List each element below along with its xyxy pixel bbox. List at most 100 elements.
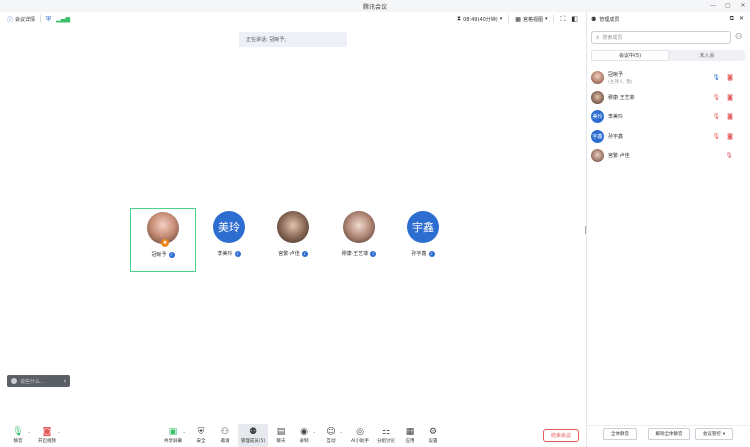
invite-label: 邀请	[220, 439, 230, 444]
bottom-toolbar: 🎙︎ 静音 ˄ ◙ 开启视频 ˄ ▣ 共享屏幕 ˄ ⛨ 安全 ⚇ 邀请 ⚉ 管理…	[0, 424, 586, 447]
microphone-off-icon[interactable]: 🎙︎	[713, 133, 721, 140]
record-button[interactable]: ◉ 录制	[295, 424, 313, 447]
camera-off-icon[interactable]: ◙	[727, 74, 733, 81]
chat-placeholder: 说些什么...	[20, 378, 45, 385]
chevron-up-icon[interactable]: ˄	[313, 432, 316, 438]
participant-name-row: 穆康·王艺菲 ♪	[342, 250, 377, 257]
apps-icon: ▦	[405, 427, 415, 437]
participant-name-row: 冠晰予 ♪	[151, 251, 175, 258]
avatar: 美玲	[591, 110, 604, 124]
security-label: 安全	[196, 439, 206, 444]
camera-off-icon[interactable]: ◙	[727, 113, 733, 120]
avatar: 宇鑫	[591, 129, 604, 143]
popout-icon[interactable]: ⧉	[730, 15, 734, 23]
timer[interactable]: ⧗ 08:49(40分钟) ▾	[457, 15, 502, 23]
member-row[interactable]: 宫繁·卢佳 🎙︎	[587, 146, 750, 166]
avatar	[343, 211, 375, 243]
microphone-icon: 🎙︎	[12, 427, 24, 437]
reactions-label: 互动	[326, 439, 336, 444]
mute-label: 静音	[13, 439, 23, 444]
meeting-control-button[interactable]: 会议管控 ▾	[695, 428, 733, 440]
ai-assistant-button[interactable]: ◎ AI小助手	[349, 424, 371, 447]
tab-in-meeting[interactable]: 会议中(5)	[591, 50, 669, 61]
close-button[interactable]: ✕	[740, 0, 746, 12]
record-icon: ◉	[300, 427, 308, 437]
participant-name-row: 李美玲 ♪	[217, 250, 241, 257]
microphone-off-icon[interactable]: 🎙︎	[713, 113, 721, 120]
mute-all-button[interactable]: 全体静音	[603, 428, 637, 440]
end-meeting-button[interactable]: 结束会议	[543, 429, 579, 442]
microphone-icon[interactable]: 🎙︎	[713, 74, 721, 81]
ai-icon: ◎	[356, 427, 364, 437]
chevron-up-icon[interactable]: ˄	[58, 432, 61, 438]
title-bar: 腾讯会议 — ▢ ✕	[0, 0, 750, 12]
shield-icon[interactable]: ⛨	[46, 15, 51, 24]
chevron-down-icon: ▾	[722, 431, 726, 437]
signal-icon: ▂▄▆	[56, 15, 71, 23]
breakout-button[interactable]: ⚏ 分组讨论	[375, 424, 397, 447]
participant-name: 冠晰予	[151, 252, 167, 258]
invite-button[interactable]: ⚇ 邀请	[216, 424, 234, 447]
mic-status-icon: ♪	[168, 251, 175, 258]
members-label: 管理成员(5)	[240, 439, 266, 444]
member-name: 李美玲	[608, 114, 624, 121]
member-name: 宫繁·卢佳	[608, 153, 630, 160]
member-row[interactable]: 宇鑫 孙宇鑫 🎙︎ ◙	[587, 127, 750, 147]
participant-tile[interactable]: ♦ 冠晰予 ♪	[130, 208, 196, 272]
mic-status-icon: ♪	[370, 250, 377, 257]
manage-members-button[interactable]: ⚉ 管理成员(5)	[238, 424, 268, 447]
members-icon: ⚉	[248, 427, 258, 437]
microphone-off-icon[interactable]: 🎙︎	[725, 152, 733, 159]
chat-button[interactable]: ▤ 聊天	[272, 424, 290, 447]
emoji-icon[interactable]	[11, 378, 17, 384]
mic-status-icon: ♪	[428, 250, 435, 257]
member-list: 冠晰予 (主持人, 我) 🎙︎ ◙ 穆康·王艺菲 🎙︎ ◙ 美玲 李美玲 🎙︎ …	[587, 68, 750, 166]
share-screen-button[interactable]: ▣ 共享屏幕	[163, 424, 183, 447]
shield-icon: ⛨	[197, 427, 205, 437]
chevron-up-icon[interactable]: ˄	[340, 432, 343, 438]
security-button[interactable]: ⛨ 安全	[192, 424, 210, 447]
member-row[interactable]: 冠晰予 (主持人, 我) 🎙︎ ◙	[587, 68, 750, 88]
meeting-control-label: 会议管控	[702, 432, 721, 437]
breakout-icon: ⚏	[381, 427, 391, 437]
participant-tile[interactable]: 穆康·王艺菲 ♪	[326, 208, 392, 272]
participant-name-row: 孙宇鑫 ♪	[411, 250, 435, 257]
panel-title: 管理成员	[599, 16, 620, 23]
tab-not-joined[interactable]: 未入会	[669, 50, 745, 61]
quick-chat-input[interactable]: 说些什么... ‹	[7, 375, 70, 387]
chevron-up-icon[interactable]: ˄	[183, 432, 186, 438]
info-icon: ⓘ	[7, 16, 14, 24]
reaction-icon: ☺	[326, 427, 336, 437]
apps-button[interactable]: ▦ 应用	[401, 424, 419, 447]
member-search-input[interactable]: ⌕ 搜索成员	[591, 31, 731, 44]
mute-button[interactable]: 🎙︎ 静音	[8, 424, 28, 447]
reactions-button[interactable]: ☺ 互动	[322, 424, 340, 447]
view-switch-button[interactable]: ▦ 宫格视图 ▾	[515, 16, 547, 23]
settings-button[interactable]: ⚙ 设置	[424, 424, 442, 447]
mic-status-icon: ♪	[234, 250, 241, 257]
meeting-toolbar: ⓘ 会议详情 ⛨ ▂▄▆ ⧗ 08:49(40分钟) ▾ ▦ 宫格视图 ▾ ⛶ …	[0, 12, 586, 26]
maximize-button[interactable]: ▢	[725, 0, 731, 12]
avatar	[277, 211, 309, 243]
unmute-all-button[interactable]: 解除全体静音	[648, 428, 690, 440]
chevron-up-icon[interactable]: ˄	[28, 432, 31, 438]
minimize-button[interactable]: —	[710, 0, 716, 12]
microphone-off-icon[interactable]: 🎙︎	[713, 94, 721, 101]
close-icon[interactable]: ✕	[739, 15, 744, 23]
sidebar-toggle-icon[interactable]: ◧	[571, 15, 578, 23]
invite-member-icon[interactable]: ⚇	[735, 32, 742, 41]
camera-off-icon[interactable]: ◙	[727, 133, 733, 140]
camera-off-icon[interactable]: ◙	[727, 94, 733, 101]
participant-tile[interactable]: 宫繁·卢佳 ♪	[260, 208, 326, 272]
avatar: 宇鑫	[407, 211, 439, 243]
member-role: (主持人, 我)	[608, 79, 633, 85]
participant-tile[interactable]: 宇鑫 孙宇鑫 ♪	[390, 208, 456, 272]
divider	[508, 15, 510, 23]
participant-tile[interactable]: 美玲 李美玲 ♪	[196, 208, 262, 272]
video-button[interactable]: ◙ 开启视频	[36, 424, 58, 447]
fullscreen-icon[interactable]: ⛶	[560, 15, 565, 24]
chevron-left-icon[interactable]: ‹	[64, 378, 66, 385]
member-row[interactable]: 美玲 李美玲 🎙︎ ◙	[587, 107, 750, 127]
member-row[interactable]: 穆康·王艺菲 🎙︎ ◙	[587, 88, 750, 108]
meeting-details-button[interactable]: ⓘ 会议详情	[7, 15, 35, 24]
